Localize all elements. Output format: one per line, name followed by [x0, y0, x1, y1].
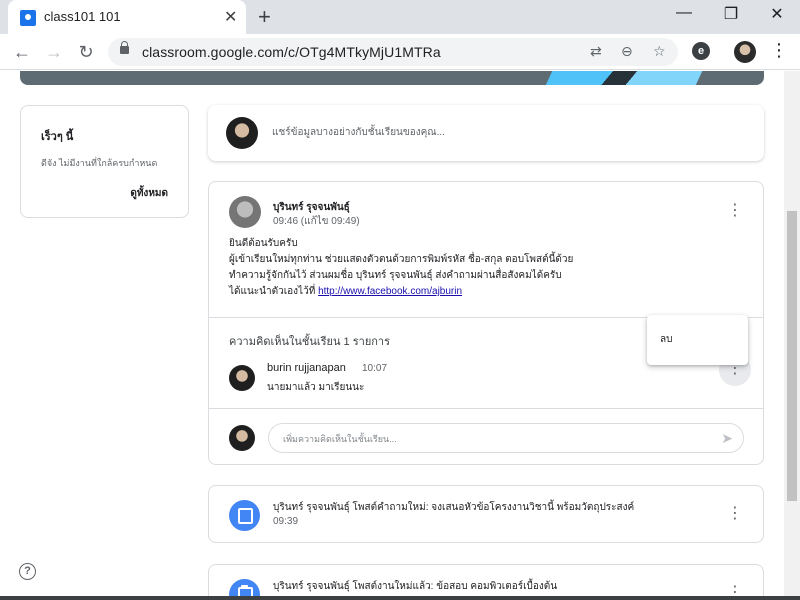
view-all-link[interactable]: ดูทั้งหมด [130, 186, 168, 201]
user-avatar [226, 117, 258, 149]
browser-tab[interactable]: class101 101 ✕ [8, 0, 246, 34]
comment-context-menu: ลบ [647, 315, 748, 365]
post-line: ทำความรู้จักกันไว้ ส่วนผมชื่อ บุรินทร์ ร… [229, 270, 562, 281]
link-prefix: ได้แนะนำตัวเองไว้ที่ [229, 286, 319, 297]
browser-toolbar: ← → ↻ classroom.google.com/c/OTg4MTkyMjU… [0, 34, 800, 70]
post-author: บุรินทร์ รุจจนพันธุ์ [273, 202, 350, 213]
upcoming-title: เร็วๆ นี้ [41, 131, 74, 143]
post-line: ผู้เข้าเรียนใหม่ทุกท่าน ช่วยแสดงตัวตนด้ว… [229, 254, 574, 265]
url-text[interactable]: classroom.google.com/c/OTg4MTkyMjU1MTRa [142, 44, 441, 60]
lock-icon[interactable] [120, 41, 129, 54]
forward-icon[interactable]: → [42, 40, 66, 64]
close-window-button[interactable]: ✕ [757, 4, 797, 24]
profile-avatar[interactable] [734, 41, 756, 63]
zoom-icon[interactable]: ⊖ [621, 43, 633, 60]
stream-time: 09:39 [273, 516, 299, 527]
translate-icon[interactable]: ⇄ [590, 43, 602, 60]
comment-placeholder: เพิ่มความคิดเห็นในชั้นเรียน... [283, 434, 397, 444]
stream-title: บุรินทร์ รุจจนพันธุ์ โพสต์คำถามใหม่: จงเ… [273, 502, 635, 513]
class-comment-input[interactable]: เพิ่มความคิดเห็นในชั้นเรียน... ➤ [268, 423, 744, 453]
share-placeholder[interactable]: แชร์ข้อมูลบางอย่างกับชั้นเรียนของคุณ... [272, 125, 445, 140]
taskbar-edge [0, 596, 800, 600]
comment-author: burin rujjanapan [267, 362, 346, 374]
page-scrollbar[interactable] [784, 71, 800, 600]
classroom-favicon-icon [20, 10, 36, 26]
comment-time: 10:07 [362, 363, 388, 374]
help-icon[interactable]: ? [19, 563, 36, 580]
minimize-button[interactable]: — [664, 4, 704, 22]
browser-tab-strip: class101 101 ✕ + — ❐ ✕ [0, 0, 800, 34]
upcoming-text: ดีจัง ไม่มีงานที่ใกล้ครบกำหนด [41, 158, 158, 168]
stream-title: บุรินทร์ รุจจนพันธุ์ โพสต์งานใหม่แล้ว: ข… [273, 581, 558, 592]
back-icon[interactable]: ← [10, 40, 34, 64]
divider [209, 408, 763, 409]
stream-item[interactable]: บุรินทร์ รุจจนพันธุ์ โพสต์งานใหม่แล้ว: ข… [208, 564, 764, 600]
new-tab-button[interactable]: + [258, 4, 271, 30]
post-more-options-icon[interactable]: ⋮ [719, 196, 751, 228]
share-with-class-box[interactable]: แชร์ข้อมูลบางอย่างกับชั้นเรียนของคุณ... [208, 105, 764, 161]
user-avatar [229, 425, 255, 451]
stream-item[interactable]: บุรินทร์ รุจจนพันธุ์ โพสต์คำถามใหม่: จงเ… [208, 485, 764, 543]
author-avatar [229, 196, 261, 228]
class-banner [20, 71, 764, 85]
tab-close-icon[interactable]: ✕ [224, 7, 237, 27]
post-line: ได้แนะนำตัวเองไว้ที่ http://www.facebook… [229, 284, 573, 300]
bookmark-star-icon[interactable]: ☆ [653, 43, 666, 60]
question-icon [229, 500, 260, 531]
restore-button[interactable]: ❐ [711, 4, 751, 24]
reload-icon[interactable]: ↻ [74, 40, 98, 64]
address-bar[interactable]: classroom.google.com/c/OTg4MTkyMjU1MTRa … [108, 38, 678, 66]
scrollbar-thumb[interactable] [787, 211, 797, 501]
post-body: ยินดีต้อนรับครับ ผู้เข้าเรียนใหม่ทุกท่าน… [229, 236, 573, 300]
facebook-link[interactable]: http://www.facebook.com/ajburin [318, 286, 462, 297]
comment-text: นายมาแล้ว มาเรียนนะ [267, 382, 365, 393]
post-time: 09:46 (แก้ไข 09:49) [273, 216, 360, 227]
browser-menu-icon[interactable]: ⋮ [770, 40, 788, 61]
delete-menu-item[interactable]: ลบ [660, 332, 672, 347]
class-comments-count[interactable]: ความคิดเห็นในชั้นเรียน 1 รายการ [229, 332, 390, 350]
commenter-avatar [229, 365, 255, 391]
post-line: ยินดีต้อนรับครับ [229, 238, 298, 249]
extension-icon[interactable]: e [692, 42, 710, 60]
stream-more-options-icon[interactable]: ⋮ [719, 499, 751, 531]
send-icon[interactable]: ➤ [721, 430, 733, 447]
tab-title: class101 101 [44, 9, 121, 24]
upcoming-card: เร็วๆ นี้ ดีจัง ไม่มีงานที่ใกล้ครบกำหนด … [20, 105, 189, 218]
